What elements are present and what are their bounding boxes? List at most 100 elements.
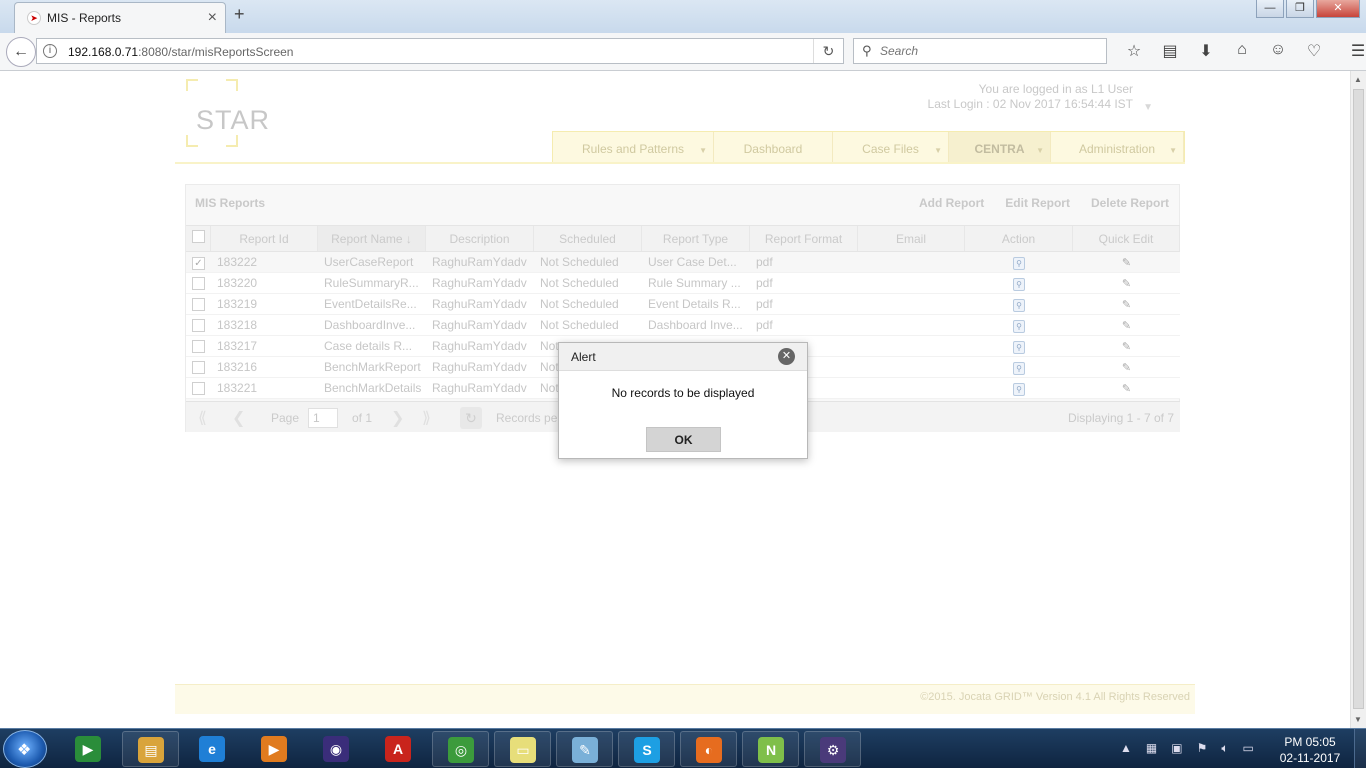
taskbar-item[interactable]: ▶ bbox=[246, 731, 303, 767]
ok-button[interactable]: OK bbox=[646, 427, 721, 452]
select-all-checkbox[interactable] bbox=[191, 230, 205, 243]
first-page-icon[interactable]: ⟪ bbox=[198, 408, 207, 428]
taskbar-item[interactable]: ⚙ bbox=[804, 731, 861, 767]
col-report-format[interactable]: Report Format bbox=[750, 226, 858, 251]
taskbar-item[interactable]: ▤ bbox=[122, 731, 179, 767]
table-row[interactable]: 183220 RuleSummaryR... RaghuRamYdadv Not Sc… bbox=[186, 273, 1180, 294]
reload-icon[interactable]: ↻ bbox=[813, 39, 843, 63]
scroll-up-icon[interactable]: ▲ bbox=[1354, 75, 1362, 84]
show-desktop-button[interactable] bbox=[1354, 729, 1366, 768]
view-report-icon[interactable]: ⚲ bbox=[1013, 362, 1025, 375]
hamburger-menu-icon[interactable]: ☰ bbox=[1340, 41, 1366, 61]
col-report-id[interactable]: Report Id bbox=[211, 226, 318, 251]
pencil-edit-icon[interactable]: ✎ bbox=[1122, 362, 1131, 374]
view-report-icon[interactable]: ⚲ bbox=[1013, 383, 1025, 396]
col-quick-edit[interactable]: Quick Edit bbox=[1073, 226, 1180, 251]
window-close-icon[interactable]: ✕ bbox=[1316, 0, 1360, 18]
col-report-type[interactable]: Report Type bbox=[642, 226, 750, 251]
view-report-icon[interactable]: ⚲ bbox=[1013, 320, 1025, 333]
row-checkbox[interactable] bbox=[192, 340, 205, 353]
table-row[interactable]: 183218 DashboardInve... RaghuRamYdadv Not S… bbox=[186, 315, 1180, 336]
menu-item-rules-and-patterns[interactable]: Rules and Patterns ▼ bbox=[553, 132, 714, 162]
view-report-icon[interactable]: ⚲ bbox=[1013, 278, 1025, 291]
menu-item-centra[interactable]: CENTRA ▼ bbox=[949, 132, 1051, 162]
row-checkbox[interactable] bbox=[192, 277, 205, 290]
reading-list-icon[interactable]: ▤ bbox=[1152, 41, 1188, 61]
tab-close-icon[interactable]: × bbox=[208, 9, 217, 27]
col-description[interactable]: Description bbox=[426, 226, 534, 251]
col-email[interactable]: Email bbox=[858, 226, 965, 251]
taskbar-item[interactable]: ▶ bbox=[60, 731, 117, 767]
table-row[interactable]: ✓ 183222 UserCaseReport RaghuRamYdadv Not Sc… bbox=[186, 252, 1180, 273]
col-scheduled[interactable]: Scheduled bbox=[534, 226, 642, 251]
start-button[interactable]: ❖ bbox=[3, 730, 47, 768]
pencil-edit-icon[interactable]: ✎ bbox=[1122, 278, 1131, 290]
address-bar[interactable]: i 192.168.0.71:8080/star/misReportsScree… bbox=[36, 38, 844, 64]
search-box[interactable]: ⚲ bbox=[853, 38, 1107, 64]
taskbar-item[interactable]: e bbox=[184, 731, 241, 767]
action-center-flag-icon[interactable]: ⚑ bbox=[1197, 741, 1208, 756]
taskbar-item[interactable]: ◉ bbox=[308, 731, 365, 767]
taskbar-item[interactable]: ◎ bbox=[432, 731, 489, 767]
network-icon[interactable]: ▭ bbox=[1243, 741, 1254, 756]
browser-tab[interactable]: ➤ MIS - Reports × bbox=[14, 2, 226, 33]
pencil-edit-icon[interactable]: ✎ bbox=[1122, 257, 1131, 269]
edit-report-button[interactable]: Edit Report bbox=[1005, 196, 1070, 210]
minimize-icon[interactable]: — bbox=[1256, 0, 1284, 18]
menu-item-administration[interactable]: Administration ▼ bbox=[1051, 132, 1184, 162]
menu-item-case-files[interactable]: Case Files ▼ bbox=[833, 132, 949, 162]
pencil-edit-icon[interactable]: ✎ bbox=[1122, 383, 1131, 395]
keyboard-icon[interactable]: ▦ bbox=[1146, 741, 1157, 756]
clock[interactable]: PM 05:05 02-11-2017 bbox=[1278, 734, 1342, 766]
menu-item-dashboard[interactable]: Dashboard bbox=[714, 132, 833, 162]
add-report-button[interactable]: Add Report bbox=[919, 196, 984, 210]
row-checkbox[interactable] bbox=[192, 382, 205, 395]
scrollbar-thumb[interactable] bbox=[1353, 89, 1364, 709]
pencil-edit-icon[interactable]: ✎ bbox=[1122, 320, 1131, 332]
row-checkbox[interactable] bbox=[192, 319, 205, 332]
row-checkbox[interactable] bbox=[192, 298, 205, 311]
usb-icon[interactable]: ▣ bbox=[1171, 741, 1182, 756]
site-info-icon[interactable]: i bbox=[43, 44, 57, 58]
panel-header: MIS Reports Add Report Edit Report Delet… bbox=[186, 185, 1179, 221]
new-tab-icon[interactable]: + bbox=[234, 4, 245, 25]
pocket-icon[interactable]: ♡ bbox=[1296, 41, 1332, 61]
next-page-icon[interactable]: ❯ bbox=[391, 408, 404, 428]
cell-desc: RaghuRamYdadv bbox=[432, 255, 527, 269]
col-action[interactable]: Action bbox=[965, 226, 1073, 251]
view-report-icon[interactable]: ⚲ bbox=[1013, 341, 1025, 354]
row-checkbox[interactable] bbox=[192, 361, 205, 374]
taskbar-item[interactable]: ▭ bbox=[494, 731, 551, 767]
url-text[interactable]: 192.168.0.71:8080/star/misReportsScreen bbox=[68, 45, 293, 59]
taskbar-item[interactable]: ✎ bbox=[556, 731, 613, 767]
restore-icon[interactable]: ❐ bbox=[1286, 0, 1314, 18]
refresh-icon[interactable]: ↻ bbox=[460, 407, 482, 429]
view-report-icon[interactable]: ⚲ bbox=[1013, 257, 1025, 270]
bookmark-star-icon[interactable]: ☆ bbox=[1116, 41, 1152, 61]
col-report-name[interactable]: Report Name ↓ bbox=[318, 226, 426, 251]
last-page-icon[interactable]: ⟫ bbox=[422, 408, 431, 428]
prev-page-icon[interactable]: ❮ bbox=[232, 408, 245, 428]
back-arrow-icon[interactable]: ← bbox=[6, 37, 36, 67]
chat-icon[interactable]: ☺ bbox=[1260, 41, 1296, 61]
delete-report-button[interactable]: Delete Report bbox=[1091, 196, 1169, 210]
taskbar-item[interactable]: ◐ bbox=[680, 731, 737, 767]
search-input[interactable] bbox=[880, 42, 1100, 60]
page-number-input[interactable] bbox=[308, 408, 338, 428]
user-dropdown-icon[interactable]: ▼ bbox=[1143, 100, 1153, 115]
pencil-edit-icon[interactable]: ✎ bbox=[1122, 299, 1131, 311]
download-icon[interactable]: ⬇ bbox=[1188, 41, 1224, 61]
tray-expand-icon[interactable]: ▲ bbox=[1120, 741, 1132, 756]
page-scrollbar[interactable]: ▲ ▼ bbox=[1350, 71, 1366, 728]
table-row[interactable]: 183219 EventDetailsRe... RaghuRamYdadv Not … bbox=[186, 294, 1180, 315]
taskbar-item[interactable]: A bbox=[370, 731, 427, 767]
taskbar-item[interactable]: N bbox=[742, 731, 799, 767]
row-checkbox[interactable]: ✓ bbox=[192, 257, 205, 270]
scroll-down-icon[interactable]: ▼ bbox=[1354, 715, 1362, 724]
alert-close-icon[interactable]: ✕ bbox=[778, 348, 795, 365]
view-report-icon[interactable]: ⚲ bbox=[1013, 299, 1025, 312]
pencil-edit-icon[interactable]: ✎ bbox=[1122, 341, 1131, 353]
volume-icon[interactable]: 🔈︎ bbox=[1221, 741, 1228, 756]
taskbar-item[interactable]: S bbox=[618, 731, 675, 767]
home-icon[interactable]: ⌂ bbox=[1224, 41, 1260, 61]
